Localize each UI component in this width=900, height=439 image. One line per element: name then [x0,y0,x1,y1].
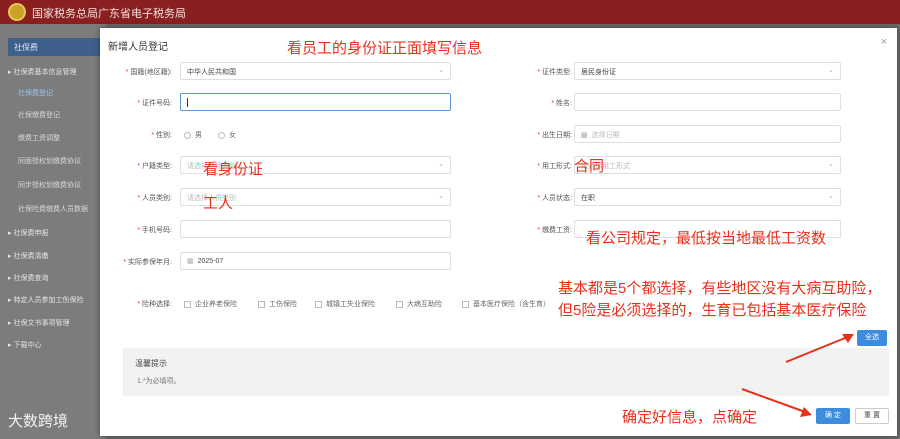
phone-input[interactable] [180,220,451,238]
add-person-dialog: 新增人员登记 × * 国籍(地区籍): 中华人民共和国 ⌄ * 证件类型: 居民身份证… [100,28,897,436]
sidebar-item[interactable]: ▸ 社保文书事项管理 [8,318,69,328]
chevron-down-icon: ⌄ [828,161,834,168]
insured-month-label: * 实际参保年月: [123,259,172,266]
tips-title: 温馨提示 [135,359,167,368]
insurance-injury-checkbox[interactable]: 工伤保险 [258,299,297,309]
phone-label: * 手机号码: [137,227,172,234]
annotation-worker: 工人 [203,195,234,212]
sidebar-item[interactable]: ▸ 特定人员参加工伤保险 [8,295,83,305]
annotation-contract: 合同 [574,158,605,175]
sidebar-header[interactable]: 社保费 [8,38,106,56]
sidebar-item[interactable]: ▸ 下载中心 [8,340,41,350]
nationality-label: * 国籍(地区籍): [125,69,172,76]
sidebar-item[interactable]: ▸ 社保费基本信息管理 [8,67,76,77]
tips-body: 1.*为必填项。 [137,378,181,385]
employment-select[interactable]: 请选择用工形式 ⌄ [574,156,841,174]
chevron-down-icon: ⌄ [828,67,834,74]
tax-bureau-logo [8,3,26,21]
sidebar-item[interactable]: 同面授权划缴费协议 [18,156,81,166]
watermark-text: 大数跨境 [8,413,69,430]
calendar-icon: ▦ [187,258,194,265]
confirm-button[interactable]: 确 定 [816,408,850,424]
reset-button[interactable]: 重 置 [855,408,889,424]
sidebar-item[interactable]: ▸ 社保费申报 [8,228,48,238]
hukou-label: * 户籍类型: [137,163,172,170]
insurance-label: * 险种选择: [137,301,172,308]
person-status-select[interactable]: 在职 ⌄ [574,188,841,206]
cert-no-input[interactable] [180,93,451,111]
sidebar-item[interactable]: 社保险费缴费人员数据 [18,204,88,214]
person-status-label: * 人员状态: [537,195,572,202]
sidebar-item[interactable]: ▸ 社保费查询 [8,273,48,283]
annotation-insurance: 基本都是5个都选择，有些地区没有大病互助险，但5险是必须选择的，生育已包括基本医… [558,280,882,319]
name-input[interactable] [574,93,841,111]
calendar-icon: ▦ [581,132,588,139]
arrow-to-confirm-icon [741,388,812,417]
employment-label: * 用工形式: [537,163,572,170]
top-bar: 国家税务总局广东省电子税务局 [0,0,900,24]
sidebar-item[interactable]: 缴费工资调整 [18,133,60,143]
wage-label: * 缴费工资: [537,227,572,234]
insurance-medical-checkbox[interactable]: 基本医疗保险（含生育） [462,299,550,309]
insurance-critical-illness-checkbox[interactable]: 大病互助险 [396,299,442,309]
insurance-unemployment-checkbox[interactable]: 城镇工失业保险 [315,299,375,309]
gender-label: * 性别: [151,132,172,139]
chevron-down-icon: ⌄ [438,161,444,168]
sidebar-item[interactable]: 社保费登记 [18,88,53,98]
annotation-id-card: 看身份证 [203,161,264,178]
text-cursor [187,98,188,107]
insurance-pension-checkbox[interactable]: 企业养老保险 [184,299,237,309]
select-all-button[interactable]: 全选 [857,330,887,346]
close-icon[interactable]: × [881,36,887,48]
arrow-to-select-all-icon [785,334,854,363]
annotation-id-front: 看员工的身份证正面填写信息 [287,40,483,57]
dialog-title: 新增人员登记 [108,42,168,53]
chevron-down-icon: ⌄ [438,193,444,200]
sidebar-item[interactable]: 社保缴费登记 [18,110,60,120]
cert-type-label: * 证件类型: [537,69,572,76]
cert-no-label: * 证件号码: [137,100,172,107]
name-label: * 姓名: [551,100,572,107]
sidebar-item[interactable]: ▸ 社保费清缴 [8,251,48,261]
insured-month-picker[interactable]: ▦ 2025-07 [180,252,451,270]
sidebar: 社保费 ▸ 社保费基本信息管理社保费登记社保缴费登记 缴费工资调整同面授权划缴费协… [0,24,106,439]
nationality-select[interactable]: 中华人民共和国 ⌄ [180,62,451,80]
site-title: 国家税务总局广东省电子税务局 [32,8,186,20]
annotation-wage: 看公司规定，最低按当地最低工资数 [586,230,827,247]
chevron-down-icon: ⌄ [828,193,834,200]
sidebar-item[interactable]: 同步授权划缴费协议 [18,180,81,190]
birth-date-label: * 出生日期: [537,132,572,139]
person-category-label: * 人员类别: [137,195,172,202]
gender-male-radio[interactable]: 男 [184,130,202,140]
cert-type-select[interactable]: 居民身份证 ⌄ [574,62,841,80]
gender-female-radio[interactable]: 女 [218,130,236,140]
chevron-down-icon: ⌄ [438,67,444,74]
birth-date-picker[interactable]: ▦ 选择日期 [574,125,841,143]
